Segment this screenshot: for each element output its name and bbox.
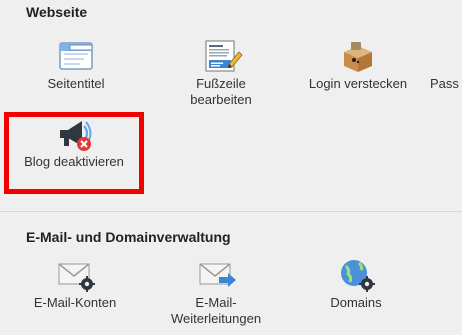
tile-fusszeile-bearbeiten[interactable]: Fußzeile bearbeiten (156, 38, 286, 108)
tile-email-weiterleitungen[interactable]: E-Mail- Weiterleitungen (151, 257, 281, 327)
domains-icon (334, 257, 378, 293)
footer-edit-icon (199, 38, 243, 74)
tile-label: Fußzeile bearbeiten (190, 76, 252, 107)
tile-label: Login verstecken (308, 76, 408, 91)
tile-label: Seitentitel (47, 76, 105, 91)
tile-label: E-Mail- Weiterleitungen (170, 295, 262, 326)
tile-label: Pass (430, 76, 459, 91)
section-webseite: Webseite Seitentitel Fußzeile bearbeiten… (0, 0, 462, 210)
highlight-frame (4, 112, 144, 194)
hide-login-icon (336, 38, 380, 74)
section-title-email: E-Mail- und Domainverwaltung (26, 229, 231, 245)
tile-seitentitel[interactable]: Seitentitel (11, 38, 141, 108)
section-title-webseite: Webseite (26, 4, 88, 20)
email-forwarding-icon (194, 257, 238, 293)
email-accounts-icon (53, 257, 97, 293)
section-email: E-Mail- und Domainverwaltung E-Mail-Kont… (0, 211, 462, 335)
tile-label: E-Mail-Konten (33, 295, 117, 310)
tile-domains[interactable]: Domains (291, 257, 421, 327)
tile-email-konten[interactable]: E-Mail-Konten (10, 257, 140, 327)
tile-label: Domains (330, 295, 382, 310)
tile-login-verstecken[interactable]: Login verstecken (293, 38, 423, 108)
tile-pass[interactable]: Pass (430, 38, 462, 108)
window-title-icon (54, 38, 98, 74)
